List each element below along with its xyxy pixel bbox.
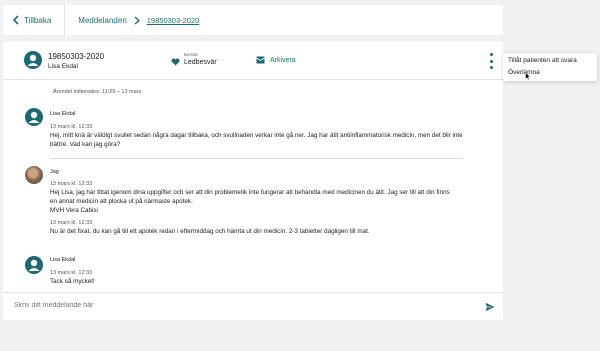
message-line: Tack så mycket!: [50, 278, 95, 285]
message-body: Tack så mycket!: [50, 277, 470, 286]
menu-item-allow-reply[interactable]: Tillåt patienten att svara: [508, 57, 577, 64]
sender-avatar: [25, 256, 43, 274]
message-input[interactable]: [14, 302, 414, 309]
patient-avatar: [24, 51, 42, 69]
message-line: en annat medicin att plocka ut på närmas…: [50, 198, 193, 205]
mouse-cursor-icon: [525, 72, 531, 80]
more-options-button[interactable]: [489, 53, 493, 69]
user-icon: [27, 54, 39, 66]
system-note: Ärendet initierades: 11:29 – 13 mars: [53, 89, 142, 95]
breadcrumb-current[interactable]: 19850303-2020: [147, 16, 200, 25]
reason-label: Besvär: [184, 52, 199, 57]
options-menu: Tillåt patienten att svara Överlämna: [503, 53, 597, 81]
message-body: Hej, mitt knä är väldigt svullet sedan n…: [50, 131, 470, 149]
message-composer: [3, 292, 503, 320]
patient-id: 19850303-2020: [48, 52, 105, 61]
message-line: MVH Vera Cabisi: [50, 207, 98, 214]
message-line: bättre. Vad kan jag göra?: [50, 141, 121, 148]
message-author: Jag: [50, 169, 59, 175]
divider: [64, 5, 66, 35]
message-line: Hej Lisa, jag har tittat igenom dina upp…: [50, 189, 450, 196]
sender-avatar: [25, 108, 43, 126]
breadcrumb-messages-link[interactable]: Meddelanden: [78, 16, 126, 25]
send-icon[interactable]: [485, 302, 495, 312]
conversation-panel: 19850303-2020 Lisa Ekdal Besvär Ledbesvä…: [3, 42, 503, 320]
archive-label: Arkivera: [270, 56, 296, 64]
menu-item-handover[interactable]: Överlämna: [508, 69, 540, 76]
breadcrumb-bar: Tillbaka Meddelanden 19850303-2020: [3, 5, 503, 35]
archive-icon: [256, 56, 265, 64]
message-line: Nu är det fixat, du kan gå till ett apot…: [50, 228, 370, 235]
message-timestamp: 13 mars kl. 12:33: [50, 220, 93, 226]
archive-button[interactable]: Arkivera: [256, 56, 296, 64]
back-label: Tillbaka: [24, 15, 52, 25]
user-icon: [28, 259, 40, 271]
kebab-dot: [489, 66, 493, 69]
chevron-left-icon: [12, 15, 19, 25]
message-timestamp: 13 mars kl. 12:33: [50, 270, 93, 276]
own-avatar-photo: [25, 166, 43, 184]
message-body: Hej Lisa, jag har tittat igenom dina upp…: [50, 188, 470, 215]
back-button[interactable]: Tillbaka: [3, 15, 51, 25]
heart-icon: [171, 58, 180, 66]
message-author: Lisa Ekdal: [50, 257, 76, 263]
message-divider: [50, 158, 463, 159]
reason-value: Ledbesvär: [184, 59, 217, 66]
kebab-dot: [489, 53, 493, 56]
patient-name: Lisa Ekdal: [48, 63, 78, 70]
conversation-header: 19850303-2020 Lisa Ekdal Besvär Ledbesvä…: [3, 42, 503, 80]
chevron-right-icon: [134, 15, 140, 25]
kebab-dot: [489, 59, 493, 63]
message-author: Lisa Ekdal: [50, 111, 76, 117]
user-icon: [28, 111, 40, 123]
message-line: Hej, mitt knä är väldigt svullet sedan n…: [50, 132, 463, 139]
message-timestamp: 13 mars kl. 12:33: [50, 124, 93, 130]
message-body: Nu är det fixat, du kan gå till ett apot…: [50, 227, 470, 236]
message-timestamp: 13 mars kl. 12:33: [50, 181, 93, 187]
